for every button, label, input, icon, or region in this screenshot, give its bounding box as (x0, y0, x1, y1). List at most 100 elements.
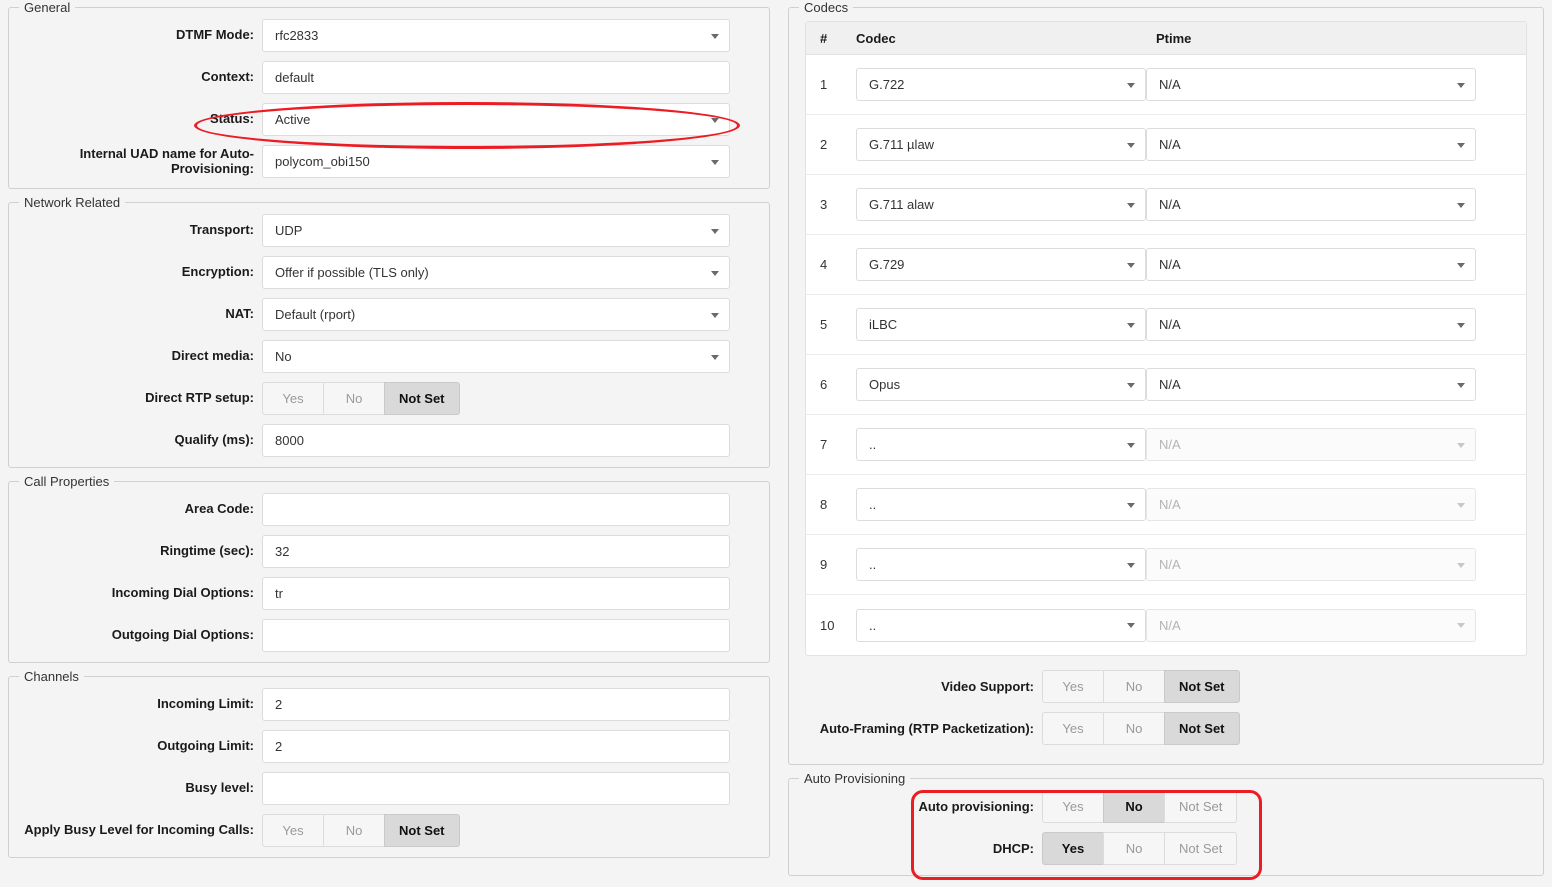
codec-value-9: .. (869, 557, 876, 572)
auto-provisioning-label: Auto provisioning: (797, 799, 1042, 814)
row-auto-framing: Auto-Framing (RTP Packetization): Yes No… (797, 712, 1535, 745)
auto-provisioning-option-not-set[interactable]: Not Set (1164, 790, 1237, 823)
codec-select-6[interactable]: Opus (856, 368, 1146, 401)
dhcp-option-yes[interactable]: Yes (1042, 832, 1103, 865)
row-video-support: Video Support: Yes No Not Set (797, 670, 1535, 703)
call-properties-fieldset: Call Properties Area Code: Ringtime (sec… (8, 474, 770, 663)
incoming-limit-input[interactable]: 2 (262, 688, 730, 721)
video-support-label: Video Support: (797, 679, 1042, 694)
direct-media-select[interactable]: No (262, 340, 730, 373)
encryption-value: Offer if possible (TLS only) (275, 265, 429, 280)
auto-provisioning-option-no[interactable]: No (1103, 790, 1164, 823)
direct-rtp-setup-option-no[interactable]: No (323, 382, 384, 415)
dhcp-option-not-set[interactable]: Not Set (1164, 832, 1237, 865)
outgoing-limit-value: 2 (275, 739, 282, 754)
ringtime-input[interactable]: 32 (262, 535, 730, 568)
ptime-select-3[interactable]: N/A (1146, 188, 1476, 221)
codec-select-10[interactable]: .. (856, 609, 1146, 642)
dhcp-option-no[interactable]: No (1103, 832, 1164, 865)
chevron-down-icon (711, 355, 719, 360)
internal-uad-name-select[interactable]: polycom_obi150 (262, 145, 730, 178)
context-input[interactable]: default (262, 61, 730, 94)
video-support-option-no[interactable]: No (1103, 670, 1164, 703)
internal-uad-name-value: polycom_obi150 (275, 154, 370, 169)
auto-provisioning-toggle[interactable]: Yes No Not Set (1042, 790, 1237, 823)
qualify-label: Qualify (ms): (17, 433, 262, 448)
dhcp-toggle[interactable]: Yes No Not Set (1042, 832, 1237, 865)
ptime-select-6[interactable]: N/A (1146, 368, 1476, 401)
row-internal-uad-name: Internal UAD name for Auto-Provisioning:… (17, 145, 761, 178)
auto-provisioning-option-yes[interactable]: Yes (1042, 790, 1103, 823)
codec-select-9[interactable]: .. (856, 548, 1146, 581)
codec-select-8[interactable]: .. (856, 488, 1146, 521)
chevron-down-icon (1457, 323, 1465, 328)
ptime-select-9: N/A (1146, 548, 1476, 581)
video-support-option-yes[interactable]: Yes (1042, 670, 1103, 703)
area-code-input[interactable] (262, 493, 730, 526)
chevron-down-icon (711, 118, 719, 123)
chevron-down-icon (711, 160, 719, 165)
ptime-select-2[interactable]: N/A (1146, 128, 1476, 161)
codecs-legend: Codecs (799, 0, 853, 15)
row-dtmf-mode: DTMF Mode: rfc2833 (17, 19, 761, 52)
chevron-down-icon (1457, 83, 1465, 88)
codec-select-1[interactable]: G.722 (856, 68, 1146, 101)
right-column: Codecs # Codec Ptime 1 G.722 N/A (780, 0, 1552, 882)
ptime-select-5[interactable]: N/A (1146, 308, 1476, 341)
codec-select-3[interactable]: G.711 alaw (856, 188, 1146, 221)
chevron-down-icon (1457, 563, 1465, 568)
row-auto-provisioning: Auto provisioning: Yes No Not Set (797, 790, 1535, 823)
ptime-value-10: N/A (1159, 618, 1181, 633)
row-area-code: Area Code: (17, 493, 761, 526)
chevron-down-icon (1127, 623, 1135, 628)
codec-select-5[interactable]: iLBC (856, 308, 1146, 341)
ptime-select-4[interactable]: N/A (1146, 248, 1476, 281)
outgoing-dial-options-label: Outgoing Dial Options: (17, 628, 262, 643)
auto-framing-toggle[interactable]: Yes No Not Set (1042, 712, 1240, 745)
codec-row-number: 6 (806, 377, 856, 392)
video-support-option-not-set[interactable]: Not Set (1164, 670, 1240, 703)
call-properties-legend: Call Properties (19, 474, 114, 489)
busy-level-input[interactable] (262, 772, 730, 805)
apply-busy-level-option-yes[interactable]: Yes (262, 814, 323, 847)
dtmf-mode-select[interactable]: rfc2833 (262, 19, 730, 52)
ptime-value-7: N/A (1159, 437, 1181, 452)
ptime-value-8: N/A (1159, 497, 1181, 512)
outgoing-limit-input[interactable]: 2 (262, 730, 730, 763)
apply-busy-level-option-not-set[interactable]: Not Set (384, 814, 460, 847)
auto-framing-option-no[interactable]: No (1103, 712, 1164, 745)
channels-legend: Channels (19, 669, 84, 684)
chevron-down-icon (1457, 203, 1465, 208)
apply-busy-level-label: Apply Busy Level for Incoming Calls: (17, 823, 262, 838)
ptime-value-3: N/A (1159, 197, 1181, 212)
codec-select-2[interactable]: G.711 µlaw (856, 128, 1146, 161)
context-value: default (275, 70, 314, 85)
apply-busy-level-toggle[interactable]: Yes No Not Set (262, 814, 460, 847)
qualify-input[interactable]: 8000 (262, 424, 730, 457)
ptime-select-1[interactable]: N/A (1146, 68, 1476, 101)
row-nat: NAT: Default (rport) (17, 298, 761, 331)
auto-provisioning-fieldset: Auto Provisioning Auto provisioning: Yes… (788, 771, 1544, 876)
video-support-toggle[interactable]: Yes No Not Set (1042, 670, 1240, 703)
codec-select-4[interactable]: G.729 (856, 248, 1146, 281)
outgoing-dial-options-input[interactable] (262, 619, 730, 652)
nat-select[interactable]: Default (rport) (262, 298, 730, 331)
codecs-table-header: # Codec Ptime (806, 22, 1526, 55)
channels-fieldset: Channels Incoming Limit: 2 Outgoing Limi… (8, 669, 770, 858)
incoming-dial-options-input[interactable]: tr (262, 577, 730, 610)
codec-select-7[interactable]: .. (856, 428, 1146, 461)
status-select[interactable]: Active (262, 103, 730, 136)
apply-busy-level-option-no[interactable]: No (323, 814, 384, 847)
direct-rtp-setup-toggle[interactable]: Yes No Not Set (262, 382, 460, 415)
direct-rtp-setup-option-yes[interactable]: Yes (262, 382, 323, 415)
codec-row-number: 7 (806, 437, 856, 452)
direct-rtp-setup-option-not-set[interactable]: Not Set (384, 382, 460, 415)
chevron-down-icon (1127, 263, 1135, 268)
encryption-label: Encryption: (17, 265, 262, 280)
auto-framing-option-yes[interactable]: Yes (1042, 712, 1103, 745)
ptime-value-6: N/A (1159, 377, 1181, 392)
row-encryption: Encryption: Offer if possible (TLS only) (17, 256, 761, 289)
auto-framing-option-not-set[interactable]: Not Set (1164, 712, 1240, 745)
transport-select[interactable]: UDP (262, 214, 730, 247)
encryption-select[interactable]: Offer if possible (TLS only) (262, 256, 730, 289)
